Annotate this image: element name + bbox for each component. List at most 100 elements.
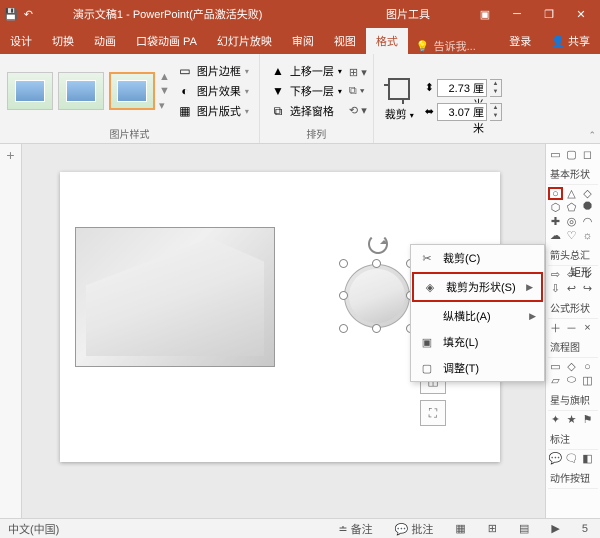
resize-handle[interactable] (339, 324, 348, 333)
align-icon[interactable]: ⊞ ▾ (349, 66, 367, 79)
shape-banner[interactable]: ⚑ (580, 413, 595, 426)
tab-format[interactable]: 格式 (366, 28, 408, 54)
resize-handle[interactable] (372, 259, 381, 268)
shape-flow[interactable]: ○ (580, 360, 595, 373)
gallery-down-icon[interactable]: ▼ (159, 85, 170, 97)
shape-arc[interactable]: ◠ (580, 215, 595, 228)
status-language[interactable]: 中文(中国) (8, 521, 59, 537)
tab-review[interactable]: 审阅 (282, 28, 324, 54)
undo-icon[interactable]: ↶ (24, 8, 33, 21)
shape-rect[interactable]: ▢ (564, 148, 579, 161)
shape-hexagon[interactable]: ⬡ (548, 201, 563, 214)
rotate-handle-icon[interactable] (368, 234, 388, 254)
style-preset-2[interactable] (58, 72, 104, 110)
tell-me[interactable]: 💡告诉我... (408, 38, 484, 54)
crop-button[interactable]: 裁剪 ▾ (380, 75, 419, 125)
width-input[interactable]: 3.07 厘米 (437, 103, 487, 121)
login-button[interactable]: 登录 (499, 28, 541, 54)
picture-layout-button[interactable]: ▦图片版式 ▾ (173, 102, 253, 120)
shape-arrow[interactable]: ⇩ (548, 282, 563, 295)
shape-sun[interactable]: ☼ (580, 229, 595, 242)
view-reading-icon[interactable]: ▤ (515, 522, 533, 535)
slide-thumbnails-pane[interactable]: + (0, 144, 22, 518)
picture-effects-button[interactable]: ◐图片效果 ▾ (173, 82, 253, 100)
tab-transitions[interactable]: 切换 (42, 28, 84, 54)
menu-crop-to-shape[interactable]: ◈裁剪为形状(S)▶ (412, 272, 543, 302)
send-backward-button[interactable]: ▼下移一层 ▾ (266, 82, 346, 100)
shape-star[interactable]: ✦ (548, 413, 563, 426)
shape-callout[interactable]: 🗨 (564, 452, 579, 465)
minimize-button[interactable]: ─ (502, 2, 532, 26)
resize-handle[interactable] (339, 291, 348, 300)
shape-ellipse[interactable]: ○ (548, 187, 563, 200)
comments-button[interactable]: 💬 批注 (391, 521, 438, 537)
shape-pentagon[interactable]: ⬠ (564, 201, 579, 214)
shape-arrow[interactable]: ↪ (580, 282, 595, 295)
resize-handle[interactable] (372, 324, 381, 333)
shape-cloud[interactable]: ☁ (548, 229, 563, 242)
shape-ring[interactable]: ◎ (564, 215, 579, 228)
picture-border-button[interactable]: ▭图片边框 ▾ (173, 62, 253, 80)
shape-plus[interactable]: ＋ (548, 321, 563, 334)
menu-aspect-ratio[interactable]: 纵横比(A)▶ (411, 303, 544, 329)
shapes-gallery[interactable]: ▭▢◻ 基本形状 ○△◇ ⬡⬠⯃ ✚◎◠ ☁♡☼ 箭头总汇 ⇨⇦⇧ ⇩↩↪ 公式… (545, 144, 600, 518)
bring-forward-button[interactable]: ▲上移一层 ▾ (266, 62, 346, 80)
image-iphone-large[interactable] (75, 227, 275, 367)
gallery-more-icon[interactable]: ▾ (159, 99, 170, 112)
resize-handle[interactable] (339, 259, 348, 268)
layout-option-5[interactable]: ⛶ (420, 400, 446, 426)
shape-star[interactable]: ★ (564, 413, 579, 426)
tab-pocket-anim[interactable]: 口袋动画 PA (126, 28, 207, 54)
width-up[interactable]: ▲ (490, 104, 501, 112)
shape-flow[interactable]: ◫ (580, 374, 595, 387)
add-slide-icon[interactable]: + (4, 148, 18, 162)
tab-view[interactable]: 视图 (324, 28, 366, 54)
height-input[interactable]: 2.73 厘米 (437, 79, 487, 97)
shape-diamond[interactable]: ◇ (580, 187, 595, 200)
gallery-up-icon[interactable]: ▲ (159, 71, 170, 83)
style-preset-1[interactable] (7, 72, 53, 110)
rotate-icon[interactable]: ⟲ ▾ (349, 104, 367, 117)
shape-rect[interactable]: ▭ (548, 148, 563, 161)
save-icon[interactable]: 💾 (4, 8, 18, 21)
shape-cross[interactable]: ✚ (548, 215, 563, 228)
ribbon-options-icon[interactable]: ▣ (470, 2, 500, 26)
menu-crop[interactable]: ✂裁剪(C) (411, 245, 544, 271)
shape-times[interactable]: × (580, 321, 595, 334)
width-down[interactable]: ▼ (490, 112, 501, 120)
tab-design[interactable]: 设计 (0, 28, 42, 54)
collapse-ribbon-icon[interactable]: ⌃ (588, 130, 596, 141)
selected-image[interactable] (344, 264, 410, 328)
shape-heart[interactable]: ♡ (564, 229, 579, 242)
view-slideshow-icon[interactable]: ▶ (547, 522, 563, 535)
tab-animations[interactable]: 动画 (84, 28, 126, 54)
shape-oct[interactable]: ⯃ (580, 201, 595, 214)
share-button[interactable]: 👤共享 (541, 28, 600, 54)
height-down[interactable]: ▼ (490, 88, 501, 96)
shape-triangle[interactable]: △ (564, 187, 579, 200)
group-icon[interactable]: ⧉ ▾ (349, 85, 367, 98)
shape-minus[interactable]: － (564, 321, 579, 334)
notes-button[interactable]: ≐ 备注 (334, 521, 376, 537)
shape-flow[interactable]: ▱ (548, 374, 563, 387)
close-button[interactable]: ✕ (566, 2, 596, 26)
restore-button[interactable]: ❐ (534, 2, 564, 26)
view-normal-icon[interactable]: ▦ (451, 522, 469, 535)
shape-callout[interactable]: 💬 (548, 452, 563, 465)
width-field[interactable]: ⬌ 3.07 厘米 ▲▼ (425, 103, 502, 121)
height-field[interactable]: ⬍ 2.73 厘米 ▲▼ (425, 79, 502, 97)
shape-flow[interactable]: ◇ (564, 360, 579, 373)
style-preset-3[interactable] (109, 72, 155, 110)
shape-arrow[interactable]: ⇨ (548, 268, 563, 281)
image-iphone-cropped[interactable] (344, 264, 410, 328)
shape-callout[interactable]: ◧ (580, 452, 595, 465)
menu-fit[interactable]: ▢调整(T) (411, 355, 544, 381)
shape-rect[interactable]: ◻ (580, 148, 595, 161)
shape-flow[interactable]: ⬭ (564, 374, 579, 387)
menu-fill[interactable]: ▣填充(L) (411, 329, 544, 355)
view-sorter-icon[interactable]: ⊞ (484, 522, 501, 535)
shape-arrow[interactable]: ↩ (564, 282, 579, 295)
shape-flow[interactable]: ▭ (548, 360, 563, 373)
tab-slideshow[interactable]: 幻灯片放映 (207, 28, 282, 54)
selection-pane-button[interactable]: ⧉选择窗格 (266, 102, 346, 120)
